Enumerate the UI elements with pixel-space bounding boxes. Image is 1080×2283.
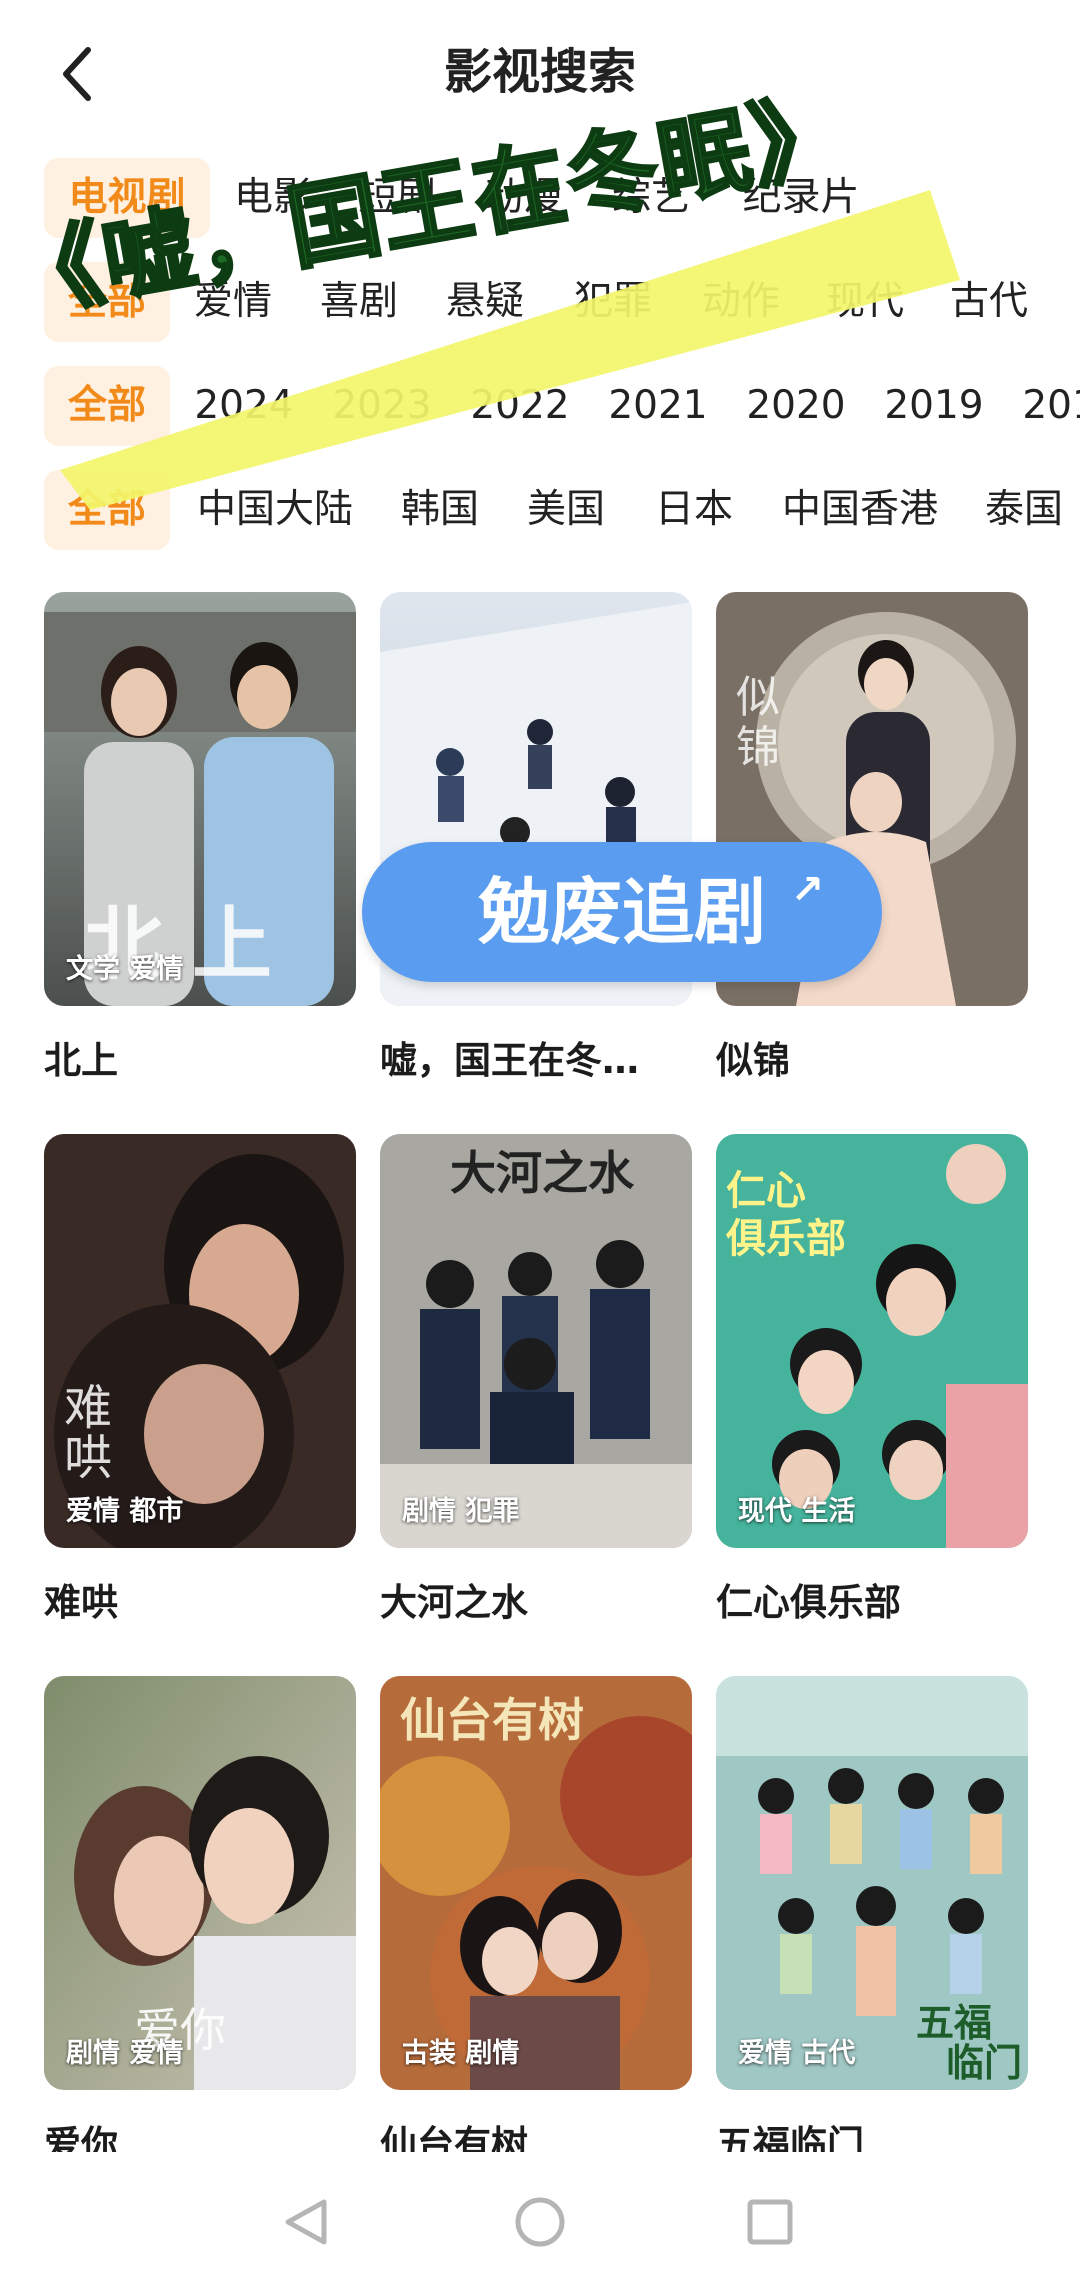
chip-year-2022[interactable]: 2022 [464,366,576,446]
poster-image: 爱你 剧情 爱情 [44,1676,356,2090]
cta-label: 勉废追剧 [477,870,766,954]
chip-year-2021[interactable]: 2021 [602,366,714,446]
chip-region-usa[interactable]: 美国 [516,470,616,550]
card-title: 似锦 [716,1039,790,1082]
svg-text:临门: 临门 [946,2041,1022,2085]
chip-genre-crime[interactable]: 犯罪 [568,262,658,342]
poster-tags: 古装 剧情 [402,2038,520,2069]
poster-image: 仙台有树 古装 剧情 [380,1676,692,2090]
chip-year-2020[interactable]: 2020 [740,366,852,446]
poster-image: 难 哄 爱情 都市 [44,1134,356,1548]
square-recent-icon [747,2199,793,2245]
poster-tags: 剧情 爱情 [66,2038,184,2069]
svg-text:大河之水: 大河之水 [450,1146,635,1200]
circle-home-icon [515,2197,565,2247]
chip-region-thailand[interactable]: 泰国 [974,470,1074,550]
nav-recent-button[interactable] [742,2194,798,2250]
poster-tags: 现代 生活 [738,1496,856,1527]
card-title: 仙台有树 [380,2123,528,2152]
card-title: 嘘，国王在冬… [380,1039,639,1082]
region-filter-row: 全部 中国大陆 韩国 美国 日本 中国香港 泰国 [0,470,1080,550]
chip-year-2019[interactable]: 2019 [878,366,990,446]
chip-year-all[interactable]: 全部 [44,366,170,446]
card-title: 爱你 [44,2123,118,2152]
poster-image: 北 上 文学 爱情 [44,592,356,1006]
nav-home-button[interactable] [512,2194,568,2250]
poster-grid: 北 上 文学 爱情 北上 嘘，国王在冬… 似 锦 似锦 难 哄 爱情 都市 难哄… [0,592,1080,2152]
chip-region-mainland[interactable]: 中国大陆 [190,470,360,550]
chip-year-2023[interactable]: 2023 [326,366,438,446]
poster-tags: 爱情 古代 [738,2038,856,2069]
system-nav-bar [0,2152,1080,2283]
chip-region-hongkong[interactable]: 中国香港 [772,470,948,550]
chip-region-japan[interactable]: 日本 [644,470,744,550]
card-title: 难哄 [44,1581,118,1624]
arrow-up-right-icon: ↗ [790,867,824,913]
poster-tags: 爱情 都市 [66,1496,184,1527]
svg-text:仙台有树: 仙台有树 [400,1693,584,1747]
poster-image: 五福 临门 爱情 古代 [716,1676,1028,2090]
chip-region-all[interactable]: 全部 [44,470,170,550]
chip-genre-mystery[interactable]: 悬疑 [440,262,530,342]
svg-text:哄: 哄 [64,1430,112,1486]
card-title: 北上 [44,1039,118,1082]
chip-year-2018[interactable]: 2018 [1016,366,1080,446]
card-title: 大河之水 [380,1581,528,1624]
card-title: 仁心俱乐部 [716,1581,901,1624]
triangle-back-icon [285,2199,327,2245]
svg-text:难: 难 [64,1380,112,1436]
svg-text:锦: 锦 [736,722,780,773]
nav-back-button[interactable] [278,2194,334,2250]
chip-genre-modern[interactable]: 现代 [820,262,910,342]
poster-image: 大河之水 剧情 犯罪 [380,1134,692,1548]
page-title: 影视搜索 [443,44,636,100]
cta-button[interactable]: 勉废追剧 ↗ [362,842,882,982]
chip-genre-ancient[interactable]: 古代 [944,262,1034,342]
poster-tags: 文学 爱情 [66,954,184,985]
poster-image: 仁心 俱乐部 现代 生活 [716,1134,1028,1548]
year-filter-row: 全部 2024 2023 2022 2021 2020 2019 2018 [0,366,1080,446]
svg-text:仁心: 仁心 [726,1168,806,1214]
chip-genre-action[interactable]: 动作 [696,262,786,342]
chip-year-2024[interactable]: 2024 [188,366,300,446]
svg-text:似: 似 [736,672,780,723]
svg-text:俱乐部: 俱乐部 [725,1216,846,1262]
card-title: 五福临门 [716,2123,864,2152]
poster-tags: 剧情 犯罪 [402,1496,520,1527]
svg-text:五福: 五福 [916,2001,992,2045]
chip-region-korea[interactable]: 韩国 [390,470,490,550]
